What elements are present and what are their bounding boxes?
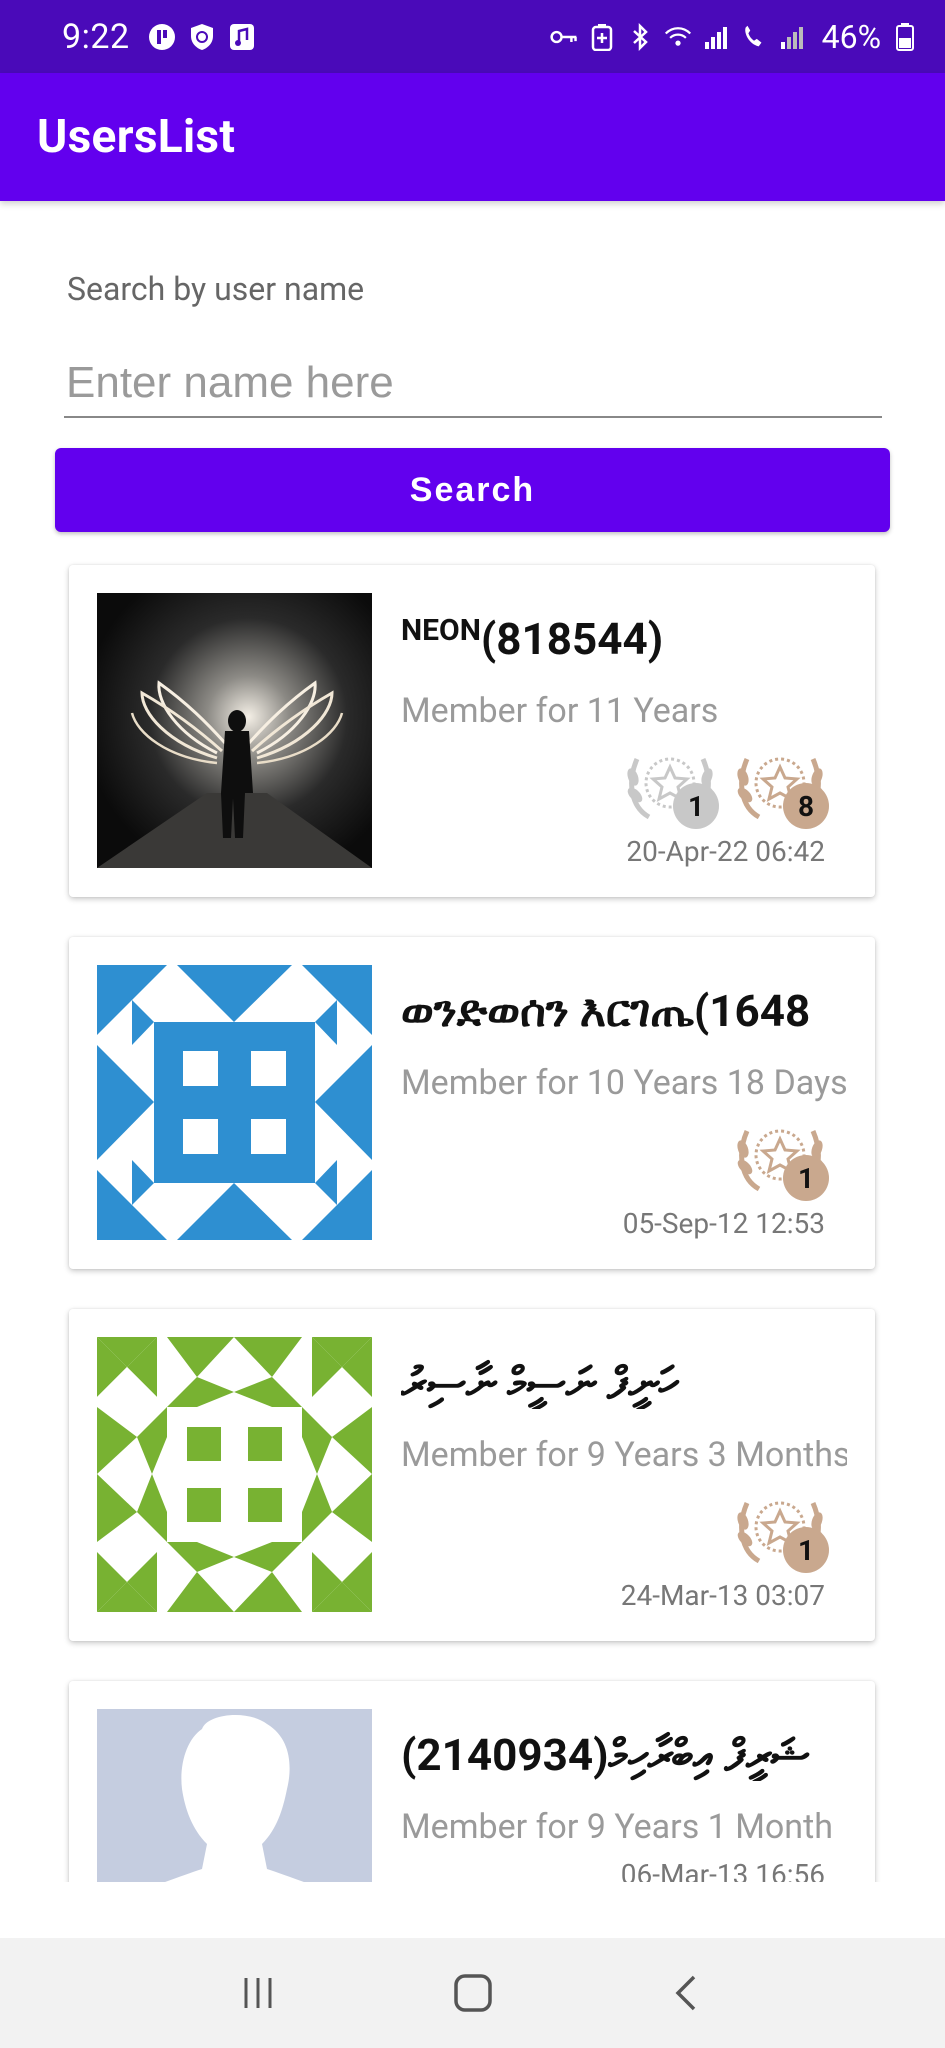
member-duration: Member for 10 Years 18 Days	[401, 1063, 847, 1103]
battery-saver-icon	[588, 23, 616, 51]
bronze-badge: 1	[731, 1109, 829, 1201]
bluetooth-icon	[626, 22, 654, 51]
vpn-key-icon	[550, 23, 578, 51]
user-name: ހަނީފް ނަސީމް ނާސިރު	[401, 1357, 679, 1409]
battery-icon	[891, 22, 919, 51]
status-bar: 9:22 46%	[0, 0, 945, 73]
user-avatar	[97, 593, 372, 868]
home-icon	[453, 1974, 492, 2012]
user-list[interactable]: NEON(818544) Member for 11 Years 1 8 20-…	[0, 560, 945, 1882]
user-avatar	[97, 1709, 372, 1882]
badge-row: 1	[731, 1109, 829, 1201]
battery-level: 46%	[821, 17, 881, 56]
wifi-icon	[664, 23, 692, 51]
status-system-icons: 46%	[550, 18, 919, 56]
user-name: (2140934)ޝަރީފް އިބްރާހިމް	[401, 1729, 810, 1781]
search-button[interactable]: Search	[55, 448, 890, 532]
badge-row: 1 8	[621, 737, 829, 829]
search-label: Search by user name	[67, 270, 365, 308]
user-avatar	[97, 965, 372, 1240]
signal-icon	[702, 23, 730, 51]
app-title: UsersList	[37, 110, 236, 164]
recent-apps-icon	[244, 1978, 271, 2008]
search-input[interactable]	[64, 350, 882, 418]
user-card[interactable]: (2140934)ޝަރީފް އިބްރާހިމް Member for 9 …	[69, 1681, 875, 1882]
status-time: 9:22	[62, 16, 130, 57]
user-name: NEON(818544)	[401, 613, 664, 665]
app-notification-icon	[148, 23, 176, 51]
user-name: ወንድወሰን እርገጤ(1648	[401, 985, 811, 1037]
bronze-badge: 1	[731, 1481, 829, 1573]
music-app-icon	[228, 23, 256, 51]
user-card[interactable]: NEON(818544) Member for 11 Years 1 8 20-…	[69, 565, 875, 897]
silver-badge: 1	[621, 737, 719, 829]
app-bar: UsersList	[0, 73, 945, 201]
last-seen-date: 06-Mar-13 16:56	[620, 1858, 825, 1882]
user-avatar	[97, 1337, 372, 1612]
badge-count: 8	[783, 783, 829, 829]
user-card[interactable]: ހަނީފް ނަސީމް ނާސިރު Member for 9 Years …	[69, 1309, 875, 1641]
wifi-calling-icon	[740, 23, 768, 51]
badge-count: 1	[783, 1155, 829, 1201]
badge-count: 1	[673, 783, 719, 829]
shield-icon	[188, 23, 216, 51]
system-nav-bar	[0, 1938, 945, 2048]
last-seen-date: 24-Mar-13 03:07	[620, 1579, 825, 1612]
member-duration: Member for 9 Years 1 Month	[401, 1807, 833, 1847]
bronze-badge: 8	[731, 737, 829, 829]
user-name-prefix: NEON	[401, 613, 481, 648]
last-seen-date: 05-Sep-12 12:53	[622, 1207, 825, 1240]
home-button[interactable]	[433, 1953, 513, 2033]
back-icon	[675, 1975, 695, 2011]
member-duration: Member for 11 Years	[401, 691, 719, 731]
badge-row: 1	[731, 1481, 829, 1573]
badge-count: 1	[783, 1527, 829, 1573]
back-button[interactable]	[648, 1953, 728, 2033]
signal-weak-icon	[778, 23, 806, 51]
status-notification-icons	[148, 23, 256, 51]
recent-apps-button[interactable]	[218, 1953, 298, 2033]
member-duration: Member for 9 Years 3 Months	[401, 1435, 847, 1475]
last-seen-date: 20-Apr-22 06:42	[626, 835, 825, 868]
user-card[interactable]: ወንድወሰን እርገጤ(1648 Member for 10 Years 18 …	[69, 937, 875, 1269]
